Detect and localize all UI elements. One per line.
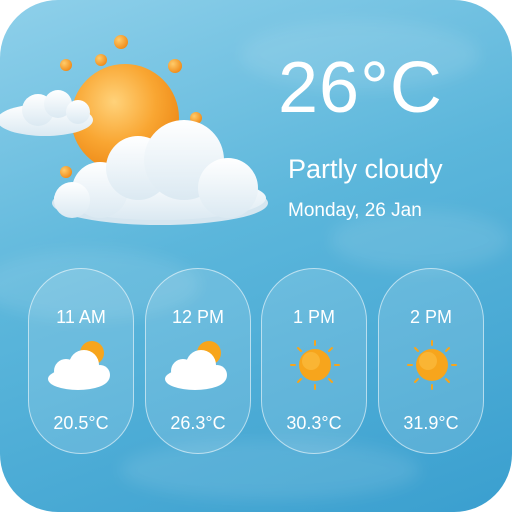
hourly-time: 11 AM bbox=[56, 307, 106, 327]
partly-cloudy-icon bbox=[0, 35, 268, 225]
hourly-time: 2 PM bbox=[409, 307, 452, 327]
hourly-temp: 26.3°C bbox=[170, 413, 226, 433]
current-temperature: 26°C bbox=[278, 48, 443, 128]
sun-icon bbox=[407, 340, 457, 390]
hourly-card-11am[interactable]: 11 AM 20.5°C bbox=[28, 268, 134, 454]
current-condition: Partly cloudy bbox=[288, 154, 443, 184]
hourly-time: 1 PM bbox=[292, 307, 335, 327]
hourly-card-1pm[interactable]: 1 PM 30.3°C bbox=[261, 268, 367, 454]
hourly-temp: 30.3°C bbox=[286, 413, 342, 433]
sun-icon bbox=[290, 340, 340, 390]
hourly-card-12pm[interactable]: 12 PM 26.3°C bbox=[145, 268, 251, 454]
partly-cloudy-icon bbox=[165, 341, 227, 390]
hourly-time: 12 PM bbox=[171, 307, 225, 327]
current-date: Monday, 26 Jan bbox=[288, 200, 422, 221]
hourly-temp: 31.9°C bbox=[403, 413, 459, 433]
weather-widget: 26°C Partly cloudy Monday, 26 Jan 11 AM … bbox=[0, 0, 512, 512]
background-cloud bbox=[120, 440, 420, 500]
partly-cloudy-icon bbox=[48, 341, 110, 390]
hourly-card-2pm[interactable]: 2 PM 31.9°C bbox=[378, 268, 484, 454]
hourly-temp: 20.5°C bbox=[53, 413, 109, 433]
